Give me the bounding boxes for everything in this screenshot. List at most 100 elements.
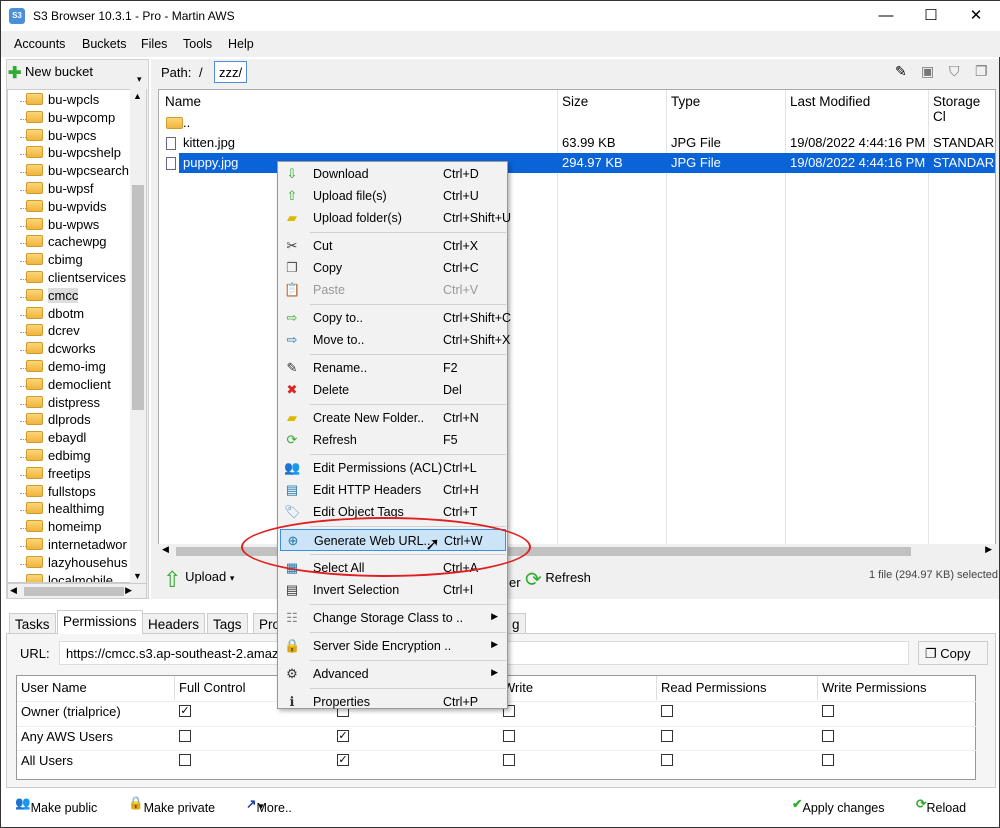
- bucket-item[interactable]: bu-wpws: [26, 217, 99, 232]
- refresh-button[interactable]: ⟳ Refresh: [525, 567, 591, 592]
- menu-item-generate-web-url[interactable]: ⊕ Generate Web URL.. Ctrl+W: [280, 529, 506, 551]
- new-bucket-button[interactable]: ✚ New bucket: [8, 63, 93, 83]
- file-row[interactable]: kitten.jpg 63.99 KB JPG File 19/08/2022 4:4…: [159, 133, 995, 153]
- menu-item-edit-http-headers[interactable]: ▤ Edit HTTP Headers Ctrl+H: [280, 479, 506, 501]
- bucket-item[interactable]: dbotm: [26, 306, 84, 321]
- tab-permissions[interactable]: Permissions: [57, 610, 143, 634]
- minimize-button[interactable]: —: [871, 5, 901, 27]
- bucket-item[interactable]: bu-wpcsearch: [26, 163, 129, 178]
- bucket-item[interactable]: dcrev: [26, 323, 80, 338]
- bucket-item[interactable]: bu-wpcls: [26, 92, 99, 107]
- bucket-item[interactable]: ebaydl: [26, 430, 86, 445]
- bucket-item[interactable]: dcworks: [26, 341, 96, 356]
- bucket-item[interactable]: dlprods: [26, 412, 91, 427]
- bucket-item[interactable]: freetips: [26, 466, 91, 481]
- bucket-item[interactable]: cmcc: [26, 287, 79, 303]
- make-private-button[interactable]: 🔒 Make private: [128, 796, 215, 815]
- tab-headers[interactable]: Headers: [142, 613, 206, 634]
- menu-item-copy[interactable]: ❐ Copy Ctrl+C: [280, 257, 506, 279]
- permission-checkbox[interactable]: [503, 729, 515, 742]
- permission-checkbox[interactable]: [661, 705, 673, 717]
- menu-item-refresh[interactable]: ⟳ Refresh F5: [280, 429, 506, 451]
- bucket-item[interactable]: cbimg: [26, 252, 83, 267]
- close-button[interactable]: ✕: [961, 5, 991, 27]
- permission-checkbox[interactable]: ✓: [337, 729, 349, 742]
- apply-changes-button[interactable]: ✔ Apply changes: [792, 796, 885, 815]
- file-row[interactable]: ..: [159, 113, 995, 133]
- menu-item-move-to[interactable]: ⇨ Move to.. Ctrl+Shift+X: [280, 329, 511, 351]
- bucket-item[interactable]: bu-wpcshelp: [26, 145, 121, 160]
- column-header[interactable]: Size: [562, 94, 588, 109]
- filter-icon[interactable]: ⛉: [949, 63, 960, 80]
- menu-buckets[interactable]: Buckets: [82, 37, 126, 51]
- column-header[interactable]: Name: [165, 94, 201, 109]
- permission-checkbox[interactable]: ✓: [337, 754, 349, 766]
- tree-scrollbar[interactable]: ▲ ▼: [130, 89, 146, 583]
- bucket-item[interactable]: edbimg: [26, 448, 91, 463]
- path-current-folder[interactable]: zzz/: [214, 61, 248, 83]
- tab-tasks[interactable]: Tasks: [9, 613, 56, 634]
- permission-checkbox[interactable]: [661, 754, 673, 766]
- toolbar-partial-label[interactable]: er: [509, 575, 521, 590]
- menu-item-paste[interactable]: 📋 Paste Ctrl+V: [280, 279, 506, 301]
- permission-checkbox[interactable]: [822, 754, 834, 766]
- menu-item-advanced[interactable]: ⚙ Advanced ▶: [280, 663, 506, 685]
- menu-item-server-side-encryption[interactable]: 🔒 Server Side Encryption .. ▶: [280, 635, 506, 657]
- menu-item-select-all[interactable]: ▦ Select All Ctrl+A: [280, 557, 506, 579]
- view-icon[interactable]: ▣: [921, 63, 934, 80]
- permission-checkbox[interactable]: [822, 729, 834, 742]
- menu-accounts[interactable]: Accounts: [14, 37, 65, 51]
- menu-item-edit-permissions-acl[interactable]: 👥 Edit Permissions (ACL) Ctrl+L: [280, 457, 506, 479]
- edit-icon[interactable]: ✎: [895, 63, 907, 80]
- menu-item-invert-selection[interactable]: ▤ Invert Selection Ctrl+I: [280, 579, 506, 601]
- menu-item-cut[interactable]: ✂ Cut Ctrl+X: [280, 235, 506, 257]
- permission-checkbox[interactable]: [661, 729, 673, 742]
- menu-item-upload-file-s[interactable]: ⇧ Upload file(s) Ctrl+U: [280, 185, 506, 207]
- upload-button[interactable]: ⇧ Upload ▾: [163, 567, 234, 599]
- permission-checkbox[interactable]: [822, 705, 834, 717]
- menu-help[interactable]: Help: [228, 37, 254, 51]
- menu-item-properties[interactable]: ℹ Properties Ctrl+P: [280, 691, 506, 713]
- bucket-item[interactable]: localmobile: [26, 573, 113, 582]
- overflow-chevron-icon[interactable]: ▾: [137, 74, 142, 85]
- bucket-item[interactable]: democlient: [26, 377, 111, 392]
- tab-partial[interactable]: g: [506, 613, 526, 634]
- menu-item-change-storage-class-to[interactable]: ☷ Change Storage Class to .. ▶: [280, 607, 506, 629]
- maximize-button[interactable]: ☐: [916, 5, 946, 27]
- menu-item-rename[interactable]: ✎ Rename.. F2: [280, 357, 506, 379]
- bucket-item[interactable]: bu-wpcs: [26, 128, 96, 143]
- permission-checkbox[interactable]: ✓: [179, 705, 191, 717]
- tree-hscrollbar[interactable]: ◀ ▶: [7, 583, 147, 599]
- menu-item-upload-folder-s[interactable]: ▰ Upload folder(s) Ctrl+Shift+U: [280, 207, 511, 229]
- bucket-item[interactable]: bu-wpcomp: [26, 110, 115, 125]
- make-public-button[interactable]: 👥 Make public: [15, 796, 97, 815]
- bucket-item[interactable]: lazyhousehus: [26, 555, 128, 570]
- menu-item-delete[interactable]: ✖ Delete Del: [280, 379, 506, 401]
- column-header[interactable]: Type: [671, 94, 700, 109]
- permission-checkbox[interactable]: [179, 729, 191, 742]
- reload-button[interactable]: ⟳ Reload: [916, 796, 966, 815]
- column-header[interactable]: Last Modified: [790, 94, 870, 109]
- menu-files[interactable]: Files: [141, 37, 167, 51]
- bucket-item[interactable]: internetadwor: [26, 537, 127, 552]
- permission-checkbox[interactable]: [503, 754, 515, 766]
- tab-tags[interactable]: Tags: [207, 613, 248, 634]
- bucket-item[interactable]: clientservices: [26, 270, 126, 285]
- path-root[interactable]: /: [199, 65, 203, 80]
- bucket-item[interactable]: cachewpg: [26, 234, 107, 249]
- menu-tools[interactable]: Tools: [183, 37, 212, 51]
- copy-url-button[interactable]: ❐ Copy: [918, 641, 988, 665]
- bucket-item[interactable]: fullstops: [26, 484, 96, 499]
- bucket-item[interactable]: bu-wpsf: [26, 181, 94, 196]
- bucket-item[interactable]: healthimg: [26, 501, 104, 516]
- menu-item-copy-to[interactable]: ⇨ Copy to.. Ctrl+Shift+C: [280, 307, 512, 329]
- menu-item-download[interactable]: ⇩ Download Ctrl+D: [280, 163, 506, 185]
- more-button[interactable]: ↗ More.. ▾: [246, 796, 292, 815]
- permission-checkbox[interactable]: [179, 754, 191, 766]
- bucket-item[interactable]: distpress: [26, 395, 100, 410]
- menu-item-create-new-folder[interactable]: ▰ Create New Folder.. Ctrl+N: [280, 407, 506, 429]
- bucket-item[interactable]: bu-wpvids: [26, 199, 107, 214]
- bucket-item[interactable]: homeimp: [26, 519, 101, 534]
- copy-icon[interactable]: ❐: [975, 63, 988, 80]
- bucket-item[interactable]: demo-img: [26, 359, 106, 374]
